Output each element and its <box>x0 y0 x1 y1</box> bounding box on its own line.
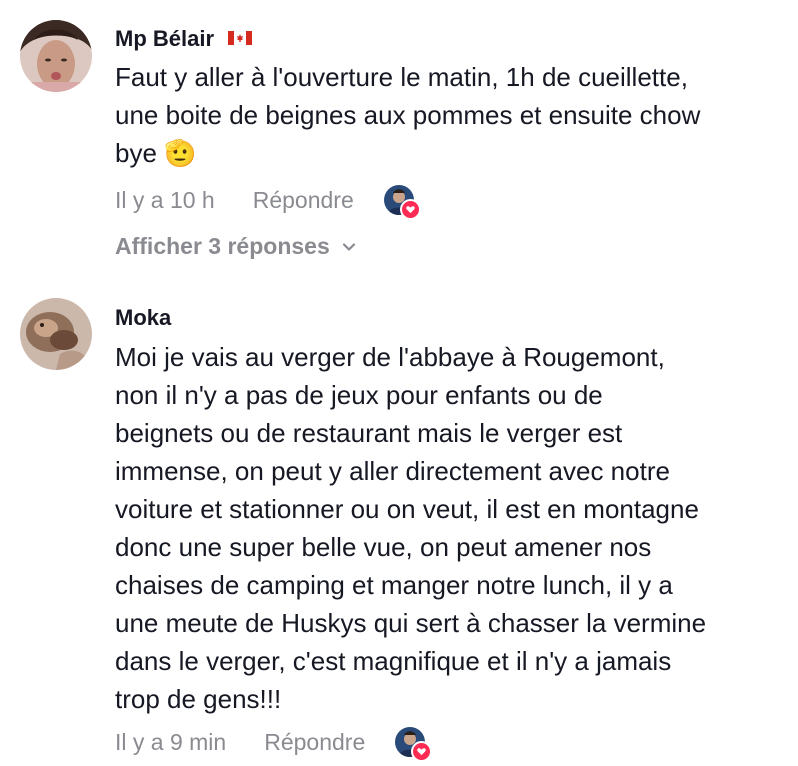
creator-like-indicator <box>395 727 433 762</box>
show-replies-label: Afficher 3 réponses <box>115 233 330 259</box>
username[interactable]: Mp Bélair <box>115 25 253 53</box>
comment-text: Faut y aller à l'ouverture le matin, 1h … <box>115 62 701 168</box>
reply-button[interactable]: Répondre <box>253 187 354 214</box>
show-replies-button[interactable]: Afficher 3 réponses <box>115 233 356 260</box>
user-avatar[interactable] <box>20 298 92 370</box>
comment-meta: Il y a 9 min Répondre <box>115 722 433 762</box>
username-text: Mp Bélair <box>115 26 215 51</box>
username[interactable]: Moka <box>115 305 171 331</box>
reply-button[interactable]: Répondre <box>264 729 365 756</box>
comment-timestamp: Il y a 10 h <box>115 186 215 213</box>
heart-icon <box>411 741 433 762</box>
comment-timestamp: Il y a 9 min <box>115 728 227 755</box>
canada-flag-icon <box>227 25 253 51</box>
user-avatar[interactable] <box>20 20 92 92</box>
heart-icon <box>399 199 421 220</box>
username-text: Moka <box>115 305 172 330</box>
creator-like-indicator <box>383 185 421 220</box>
comment-text: Moi je vais au verger de l'abbaye à Roug… <box>115 342 707 714</box>
chevron-down-icon <box>342 242 355 251</box>
comment-meta: Il y a 10 h Répondre <box>115 180 421 220</box>
